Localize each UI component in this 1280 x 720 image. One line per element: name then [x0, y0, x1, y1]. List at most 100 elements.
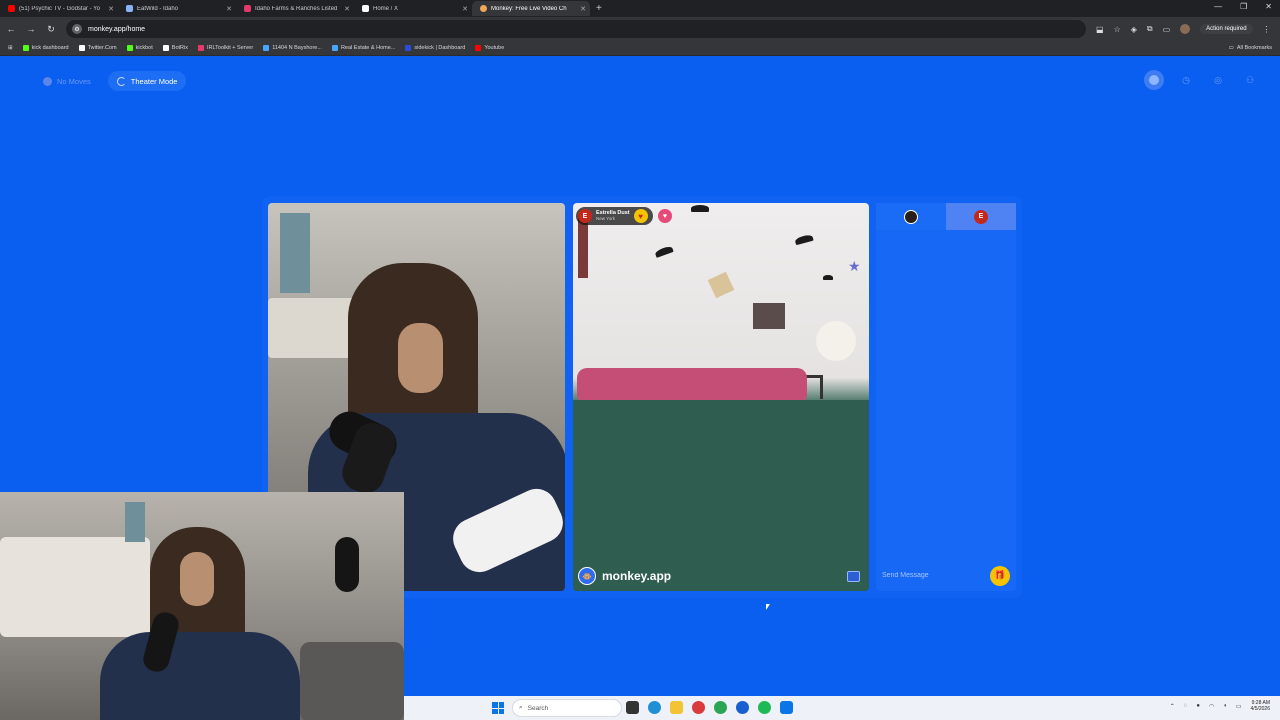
app-icon[interactable]	[736, 701, 749, 714]
youtube-icon	[8, 5, 15, 12]
address-bar[interactable]: ⚙ monkey.app/home	[66, 20, 1086, 38]
peer-chat-avatar: E	[974, 209, 988, 224]
puzzle-icon[interactable]: ⧉	[1147, 24, 1153, 34]
file-explorer-icon[interactable]	[670, 701, 683, 714]
clock[interactable]: 9:28 AM 4/5/2026	[1251, 700, 1270, 712]
app-icon[interactable]	[780, 701, 793, 714]
close-tab-icon[interactable]: ✕	[580, 5, 586, 13]
video-content	[577, 368, 807, 404]
window-controls: — ❐ ✕	[1214, 2, 1272, 11]
close-tab-icon[interactable]: ✕	[462, 5, 468, 13]
forward-icon[interactable]: →	[26, 24, 36, 34]
edge-icon[interactable]	[648, 701, 661, 714]
gift-icon[interactable]: 🎁	[990, 565, 1010, 586]
battery-icon[interactable]: ▭	[1236, 703, 1242, 710]
browser-tab[interactable]: (51) Psychic TV - Godstar - Yo ✕	[0, 1, 118, 16]
theater-mode-button[interactable]: Theater Mode	[107, 71, 187, 91]
webcam-content	[300, 642, 404, 720]
bookmark-favicon	[263, 45, 270, 51]
pin-icon	[244, 5, 251, 12]
bookmark-item[interactable]: kick dashboard	[22, 45, 69, 51]
like-icon[interactable]: ♥	[658, 209, 672, 223]
all-bookmarks-button[interactable]: ▭ All Bookmarks	[1229, 45, 1272, 51]
tab-peer-profile[interactable]: E	[946, 203, 1016, 230]
x-icon	[362, 5, 369, 12]
mic-icon[interactable]: ●	[1196, 703, 1200, 709]
chevron-up-icon[interactable]: ⌃	[1170, 703, 1175, 710]
apps-grid-icon[interactable]: ⊞	[8, 45, 13, 51]
bookmark-item[interactable]: BotRix	[162, 45, 188, 51]
bookmark-item[interactable]: Youtube	[475, 45, 504, 51]
friends-icon[interactable]: ⚇	[1240, 70, 1260, 90]
bookmark-favicon	[126, 45, 133, 51]
app-header-right: ◷ ◎ ⚇	[1144, 70, 1260, 90]
captions-icon[interactable]	[847, 571, 860, 582]
heart-icon[interactable]: ♥	[633, 209, 648, 223]
bookmark-item[interactable]: Real Estate & Home...	[331, 45, 396, 51]
bookmark-label: Twitter.Com	[87, 45, 117, 51]
peer-location: New York	[596, 215, 616, 221]
monkey-logo-icon: 🐵	[578, 567, 596, 585]
system-tray: ⌃ ◌ ● ◠ ◖ ▭ 9:28 AM 4/5/2026	[1170, 700, 1270, 712]
video-content	[823, 275, 833, 280]
browser-toolbar: ← → ↻ ⚙ monkey.app/home ⬓ ☆ ◈ ⧉ ▭ Action…	[0, 17, 1280, 41]
bookmark-item[interactable]: IRLToolkit + Server	[197, 45, 253, 51]
monkey-icon	[480, 5, 487, 12]
profile-button[interactable]	[1144, 70, 1164, 90]
taskbar-search[interactable]: ⌕ Search	[512, 699, 622, 717]
new-tab-button[interactable]: +	[596, 3, 602, 14]
video-content	[691, 205, 709, 212]
profile-avatar[interactable]	[1180, 24, 1191, 34]
bookmark-item[interactable]: 11404 N Bayshore...	[263, 45, 322, 51]
search-icon: ⌕	[519, 704, 523, 711]
bookmark-item[interactable]: kickbot	[126, 45, 153, 51]
volume-icon[interactable]: ◖	[1223, 703, 1227, 709]
windows-start-icon[interactable]	[492, 702, 504, 714]
action-required-button[interactable]: Action required	[1200, 24, 1253, 34]
chrome-icon[interactable]	[714, 701, 727, 714]
browser-tab[interactable]: Home / X ✕	[354, 1, 472, 16]
bookmark-label: Real Estate & Home...	[340, 45, 396, 51]
extension-icon[interactable]: ◈	[1131, 25, 1137, 34]
webcam-content	[180, 552, 214, 606]
tab-my-profile[interactable]	[876, 203, 946, 230]
peer-profile-tag[interactable]: E Estrella Dust New York ♥	[576, 207, 653, 225]
browser-tab-active[interactable]: Monkey: Free Live Video Ch ✕	[472, 1, 590, 16]
no-moves-button[interactable]: No Moves	[34, 71, 100, 91]
close-window-icon[interactable]: ✕	[1265, 2, 1272, 11]
history-icon[interactable]: ◷	[1176, 70, 1196, 90]
site-info-icon[interactable]: ⚙	[72, 24, 82, 34]
browser-tab[interactable]: EatWild - Idaho ✕	[118, 1, 236, 16]
close-tab-icon[interactable]: ✕	[344, 5, 350, 13]
chat-bubble-icon[interactable]: ◎	[1208, 70, 1228, 90]
mouse-cursor	[766, 604, 770, 610]
back-icon[interactable]: ←	[6, 24, 16, 34]
task-view-icon[interactable]	[626, 701, 639, 714]
install-icon[interactable]: ⬓	[1096, 25, 1104, 34]
browser-tab[interactable]: Idaho Farms & Ranches Listed ✕	[236, 1, 354, 16]
minimize-icon[interactable]: —	[1214, 2, 1222, 11]
bookmarks-bar: ⊞ kick dashboard Twitter.Com kickbot Bot…	[0, 41, 1280, 56]
spotify-icon[interactable]	[758, 701, 771, 714]
bookmark-star-icon[interactable]: ☆	[1114, 25, 1121, 34]
video-content	[268, 298, 358, 358]
menu-icon[interactable]: ⋮	[1263, 25, 1271, 34]
tab-title: Monkey: Free Live Video Ch	[491, 5, 567, 12]
maximize-icon[interactable]: ❐	[1240, 2, 1247, 11]
app-icon[interactable]	[692, 701, 705, 714]
close-tab-icon[interactable]: ✕	[226, 5, 232, 13]
split-view-icon[interactable]: ▭	[1163, 25, 1171, 34]
bookmark-item[interactable]: Twitter.Com	[78, 45, 117, 51]
bookmark-favicon	[405, 45, 412, 51]
network-icon[interactable]: ◌	[1184, 703, 1188, 709]
wifi-icon[interactable]: ◠	[1209, 703, 1214, 710]
send-message-input[interactable]	[882, 572, 990, 579]
folder-icon: ▭	[1228, 45, 1234, 51]
reload-icon[interactable]: ↻	[46, 24, 56, 35]
no-moves-label: No Moves	[57, 76, 91, 86]
peer-video: ★	[573, 203, 869, 591]
bookmark-item[interactable]: sidekick | Dashboard	[405, 45, 465, 51]
page-icon	[126, 5, 133, 12]
bookmark-label: BotRix	[171, 45, 188, 51]
close-tab-icon[interactable]: ✕	[108, 5, 114, 13]
